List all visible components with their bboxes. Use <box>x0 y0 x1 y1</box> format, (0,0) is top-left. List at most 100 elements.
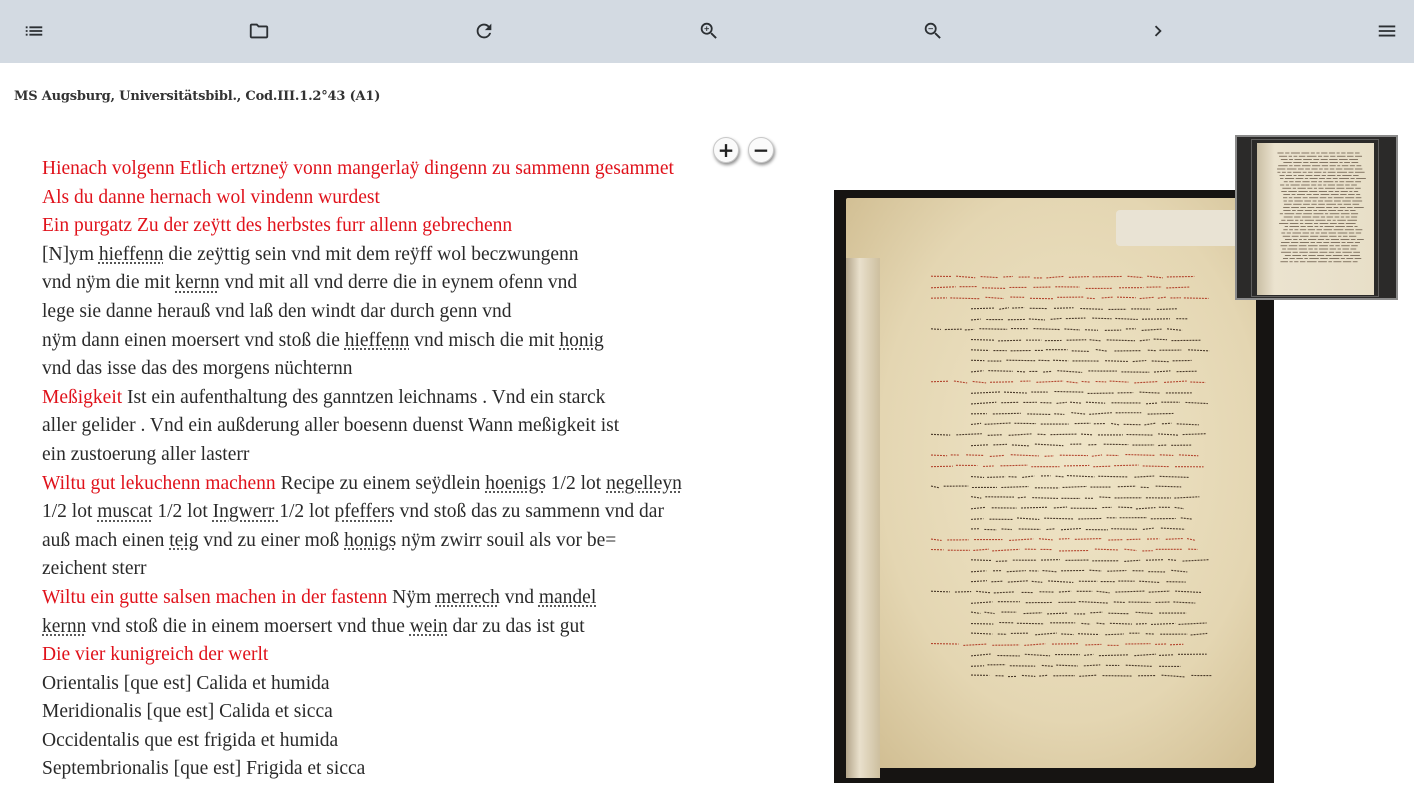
handwriting-stroke <box>970 653 991 657</box>
menu-icon <box>1378 25 1396 37</box>
text-line: [N]ym hieffenn die zeÿttig sein vnd mit … <box>42 241 732 270</box>
handwriting-stroke <box>1078 517 1102 520</box>
text-span: Nÿm <box>387 586 436 608</box>
handwriting-stroke <box>1178 622 1207 625</box>
handwriting-stroke <box>1024 643 1046 646</box>
abbreviation[interactable]: kernn <box>175 272 219 293</box>
handwriting-stroke <box>1190 381 1206 384</box>
handwriting-stroke <box>1090 611 1103 614</box>
text-span: lege sie danne herauß vnd laß den windt … <box>42 300 512 322</box>
handwriting-stroke <box>988 370 1013 372</box>
viewer-zoom-in-button[interactable]: + <box>713 137 739 163</box>
text-line: aller gelider . Vnd ein außderung aller … <box>42 412 732 441</box>
navigator-viewport[interactable] <box>1251 139 1379 297</box>
text-span: 1/2 lot <box>279 501 335 523</box>
handwriting-stroke <box>1094 548 1119 551</box>
text-span: Recipe zu einem seÿdlein <box>275 472 486 494</box>
refresh-icon <box>476 23 492 39</box>
abbreviation[interactable]: wein <box>410 616 448 637</box>
handwriting-stroke <box>1041 664 1054 667</box>
handwriting-stroke <box>984 611 995 615</box>
handwriting-stroke <box>1161 674 1185 678</box>
handwriting-stroke <box>1056 664 1078 667</box>
handwriting-stroke <box>1036 380 1064 383</box>
handwriting-stroke <box>1038 538 1053 541</box>
handwriting-stroke <box>1033 328 1061 331</box>
handwriting-stroke <box>1134 653 1157 657</box>
handwriting-stroke <box>998 339 1022 342</box>
next-button[interactable] <box>1146 19 1170 43</box>
handwriting-stroke <box>1173 601 1196 604</box>
zoom-out-icon <box>924 22 941 39</box>
handwriting-stroke <box>1175 590 1202 593</box>
abbreviation[interactable]: honig <box>559 330 603 351</box>
abbreviation[interactable]: hoenigs <box>485 473 546 494</box>
text-line: auß mach einen teig vnd zu einer moß hon… <box>42 527 732 556</box>
abbreviation[interactable]: hieffenn <box>345 330 410 351</box>
handwriting-stroke <box>1096 622 1106 625</box>
handwriting-stroke <box>1124 559 1141 562</box>
handwriting-stroke <box>1055 475 1064 478</box>
abbreviation[interactable]: muscat <box>97 501 152 522</box>
navigator-thumbnail[interactable] <box>1235 135 1398 300</box>
handwriting-stroke <box>1155 485 1182 488</box>
handwriting-stroke <box>1050 317 1063 320</box>
handwriting-stroke <box>1135 611 1153 615</box>
handwriting-stroke <box>979 328 1008 330</box>
handwriting-stroke <box>1089 339 1101 342</box>
menu-button[interactable] <box>1375 19 1399 43</box>
handwriting-stroke <box>1116 296 1136 299</box>
handwriting-stroke <box>1168 559 1177 561</box>
zoom-out-button[interactable] <box>921 19 945 43</box>
abbreviation[interactable]: merrech <box>436 587 500 608</box>
abbreviation[interactable]: mandel <box>539 587 596 608</box>
handwriting-stroke <box>1118 506 1133 509</box>
handwriting-stroke <box>1159 454 1174 457</box>
handwriting-stroke <box>1053 506 1068 509</box>
abbreviation[interactable]: honigs <box>344 530 396 551</box>
handwriting-stroke <box>1111 422 1120 426</box>
text-line: zeichent sterr <box>42 555 732 584</box>
abbreviation[interactable]: pfeffers <box>335 501 395 522</box>
text-span: vnd <box>499 586 539 608</box>
handwriting-stroke <box>1091 454 1103 457</box>
abbreviation[interactable]: teig <box>169 530 198 551</box>
handwriting-stroke <box>1078 601 1109 604</box>
text-span: aller gelider . Vnd ein außderung aller … <box>42 415 620 437</box>
text-line: kernn vnd stoß die in einem moersert vnd… <box>42 613 732 642</box>
handwriting-stroke <box>1158 444 1168 447</box>
handwriting-stroke <box>1139 391 1160 394</box>
handwriting-stroke <box>1080 307 1103 310</box>
toc-button[interactable] <box>22 19 46 43</box>
handwriting-stroke <box>1066 475 1095 478</box>
handwriting-stroke <box>993 591 1015 594</box>
abbreviation[interactable]: negelleyn <box>606 473 682 494</box>
viewer-zoom-out-button[interactable]: − <box>748 137 774 163</box>
handwriting-stroke <box>973 548 989 551</box>
handwriting-stroke <box>956 275 976 279</box>
handwriting-stroke <box>1046 528 1055 531</box>
reload-button[interactable] <box>472 19 496 43</box>
open-button[interactable] <box>247 19 271 43</box>
handwriting-stroke <box>1085 401 1106 404</box>
abbreviation[interactable]: hieffenn <box>99 244 164 265</box>
zoom-in-button[interactable] <box>697 19 721 43</box>
text-line: Ein purgatz Zu der zeÿtt des herbstes fu… <box>42 212 732 241</box>
handwriting-stroke <box>1113 601 1125 604</box>
manuscript-image-viewer[interactable] <box>834 190 1274 783</box>
handwriting-stroke <box>1125 453 1155 456</box>
text-span: nÿm zwirr souil als vor be= <box>396 529 617 551</box>
abbreviation[interactable]: Ingwerr <box>213 501 280 522</box>
rubric-text: Wiltu gut lekuchenn machenn <box>42 472 276 494</box>
handwriting-stroke <box>1071 350 1090 352</box>
abbreviation[interactable]: kernn <box>42 616 86 637</box>
handwriting-stroke <box>1084 653 1094 656</box>
text-span: vnd das isse das des morgens nüchternn <box>42 358 353 380</box>
handwriting-stroke <box>964 328 975 331</box>
handwriting-stroke <box>1003 275 1013 278</box>
handwriting-stroke <box>930 485 940 489</box>
handwriting-stroke <box>1134 475 1155 478</box>
handwriting-stroke <box>1089 569 1102 572</box>
handwriting-stroke <box>970 307 995 310</box>
rubric-text: Wiltu ein gutte salsen machen in der fas… <box>42 586 388 608</box>
